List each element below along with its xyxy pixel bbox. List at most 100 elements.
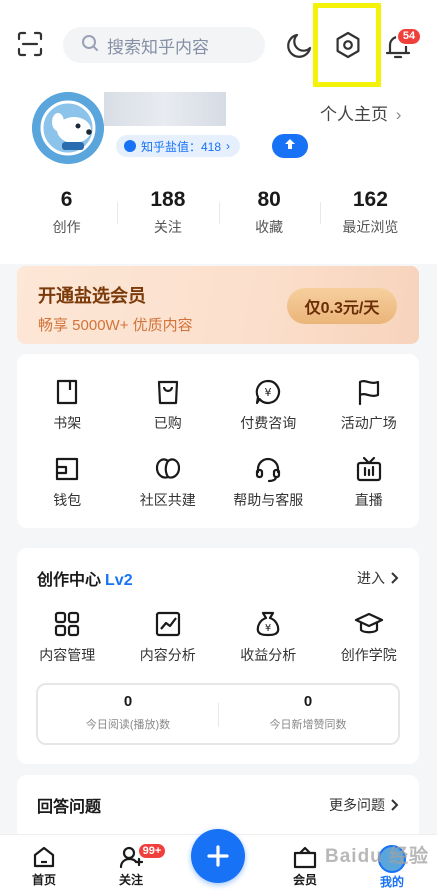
flag-icon bbox=[358, 380, 379, 406]
tab-label: 首页 bbox=[31, 873, 56, 887]
stat-value: 188 bbox=[150, 188, 186, 211]
night-mode-icon[interactable] bbox=[285, 32, 313, 60]
top-bar: 搜索知乎内容 54 bbox=[0, 0, 437, 92]
tool-label: 收益分析 bbox=[240, 647, 297, 663]
salt-value-badge[interactable]: 知乎盐值：418 › bbox=[116, 135, 241, 157]
arrow-up-icon bbox=[284, 137, 296, 155]
tab-label: 会员 bbox=[292, 873, 317, 887]
stat-label: 创作 bbox=[52, 219, 81, 235]
creator-level: Lv2 bbox=[105, 572, 133, 589]
services-row: 钱包 社区共建 帮助与客服 直播 bbox=[17, 455, 419, 510]
metric-label: 今日新增赞同数 bbox=[269, 719, 347, 731]
heart-icon bbox=[124, 140, 136, 152]
avatar[interactable] bbox=[32, 92, 104, 164]
headset-icon bbox=[256, 457, 281, 483]
username-blurred bbox=[104, 92, 226, 126]
more-label: 更多问题 bbox=[329, 797, 385, 813]
service-paid-consult[interactable]: ¥ 付费咨询 bbox=[218, 378, 319, 433]
service-label: 社区共建 bbox=[139, 492, 196, 508]
metric-today-reads[interactable]: 0 今日阅读(播放)数 bbox=[38, 685, 218, 743]
create-post-button[interactable] bbox=[191, 829, 245, 883]
salt-value-text: 知乎盐值：418 bbox=[141, 139, 222, 154]
profile-stats: 6 创作 188 关注 80 收藏 162 最近浏览 bbox=[16, 188, 421, 238]
stat-creations[interactable]: 6 创作 bbox=[16, 188, 117, 238]
tool-content-management[interactable]: 内容管理 bbox=[17, 610, 118, 665]
wallet-icon bbox=[56, 457, 79, 481]
grid-icon bbox=[55, 611, 80, 637]
settings-highlight-box bbox=[313, 3, 381, 87]
search-bar[interactable]: 搜索知乎内容 bbox=[63, 27, 265, 63]
vip-title: 开通盐选会员 bbox=[38, 286, 146, 306]
member-icon bbox=[293, 846, 317, 869]
service-community[interactable]: 社区共建 bbox=[118, 455, 219, 510]
notification-badge: 54 bbox=[396, 27, 422, 46]
homepage-link[interactable]: 个人主页 › bbox=[320, 100, 401, 125]
service-wallet[interactable]: 钱包 bbox=[17, 455, 118, 510]
chart-icon bbox=[155, 611, 180, 637]
chevron-right-icon: › bbox=[226, 139, 231, 153]
service-live[interactable]: 直播 bbox=[319, 455, 420, 510]
metric-label: 今日阅读(播放)数 bbox=[85, 719, 171, 731]
stat-following[interactable]: 188 关注 bbox=[117, 188, 218, 238]
stat-value: 6 bbox=[60, 188, 73, 211]
tool-content-analysis[interactable]: 内容分析 bbox=[118, 610, 219, 665]
service-label: 已购 bbox=[153, 415, 182, 431]
creator-center-card: 创作中心 Lv2 进入 内容管理 内容分析 ¥ 收益分析 创作学院 0 今日阅读(… bbox=[17, 548, 419, 764]
scan-icon[interactable] bbox=[16, 30, 44, 58]
creator-enter-link[interactable]: 进入 bbox=[357, 568, 399, 588]
services-card: 书架 已购 ¥ 付费咨询 活动广场 钱包 社区共建 帮助与客服 直播 bbox=[17, 354, 419, 528]
tool-label: 内容分析 bbox=[139, 647, 196, 663]
service-purchased[interactable]: 已购 bbox=[118, 378, 219, 433]
service-label: 直播 bbox=[354, 492, 383, 508]
creator-title-text: 创作中心 bbox=[37, 572, 102, 589]
vip-banner[interactable]: 开通盐选会员 畅享 5000W+ 优质内容 仅0.3元/天 bbox=[17, 266, 419, 344]
vip-subtitle: 畅享 5000W+ 优质内容 bbox=[38, 317, 193, 334]
chevron-right-icon bbox=[391, 572, 399, 584]
creator-metrics: 0 今日阅读(播放)数 0 今日新增赞同数 bbox=[36, 683, 400, 745]
answer-title: 回答问题 bbox=[37, 799, 102, 816]
stat-value: 162 bbox=[352, 188, 388, 211]
metric-value: 0 bbox=[123, 693, 133, 710]
service-label: 书架 bbox=[53, 415, 82, 431]
metric-value: 0 bbox=[303, 693, 313, 710]
tab-label: 关注 bbox=[118, 873, 143, 887]
upgrade-button[interactable] bbox=[272, 134, 308, 158]
stat-label: 关注 bbox=[153, 219, 182, 235]
service-activity-square[interactable]: 活动广场 bbox=[319, 378, 420, 433]
enter-label: 进入 bbox=[357, 570, 385, 586]
service-bookshelf[interactable]: 书架 bbox=[17, 378, 118, 433]
chevron-right-icon: › bbox=[395, 105, 402, 124]
plus-icon bbox=[207, 845, 229, 867]
creator-center-title: 创作中心 Lv2 bbox=[37, 566, 133, 590]
services-row: 书架 已购 ¥ 付费咨询 活动广场 bbox=[17, 378, 419, 433]
stat-label: 收藏 bbox=[255, 219, 284, 235]
watermark: Baidu 经验 bbox=[325, 846, 430, 867]
stat-favorites[interactable]: 80 收藏 bbox=[218, 188, 320, 238]
home-icon bbox=[33, 846, 55, 868]
more-questions-link[interactable]: 更多问题 bbox=[329, 795, 399, 815]
tool-creator-academy[interactable]: 创作学院 bbox=[319, 610, 420, 665]
tool-label: 创作学院 bbox=[340, 647, 397, 663]
search-placeholder: 搜索知乎内容 bbox=[107, 37, 209, 57]
svg-text:¥: ¥ bbox=[265, 386, 272, 399]
tool-earnings-analysis[interactable]: ¥ 收益分析 bbox=[218, 610, 319, 665]
money-bag-icon: ¥ bbox=[256, 611, 280, 637]
stat-recent-views[interactable]: 162 最近浏览 bbox=[319, 188, 421, 238]
metric-today-upvotes[interactable]: 0 今日新增赞同数 bbox=[218, 685, 398, 743]
service-label: 钱包 bbox=[53, 492, 82, 508]
book-icon bbox=[57, 379, 78, 405]
community-icon bbox=[155, 458, 180, 479]
vip-subscribe-button[interactable]: 仅0.3元/天 bbox=[287, 288, 397, 324]
service-help[interactable]: 帮助与客服 bbox=[218, 455, 319, 510]
shopping-bag-icon bbox=[157, 380, 178, 405]
stat-value: 80 bbox=[257, 188, 281, 211]
follow-badge: 99+ bbox=[137, 842, 167, 860]
service-label: 帮助与客服 bbox=[233, 492, 304, 508]
homepage-label: 个人主页 bbox=[320, 105, 388, 124]
tab-home[interactable]: 首页 bbox=[14, 845, 74, 888]
live-tv-icon bbox=[356, 456, 381, 482]
profile-section: 个人主页 › 知乎盐值：418 › 6 创作 188 关注 80 收藏 162 … bbox=[0, 92, 437, 264]
graduation-cap-icon bbox=[354, 612, 383, 634]
search-icon bbox=[81, 34, 99, 57]
tab-label: 我的 bbox=[379, 875, 404, 889]
